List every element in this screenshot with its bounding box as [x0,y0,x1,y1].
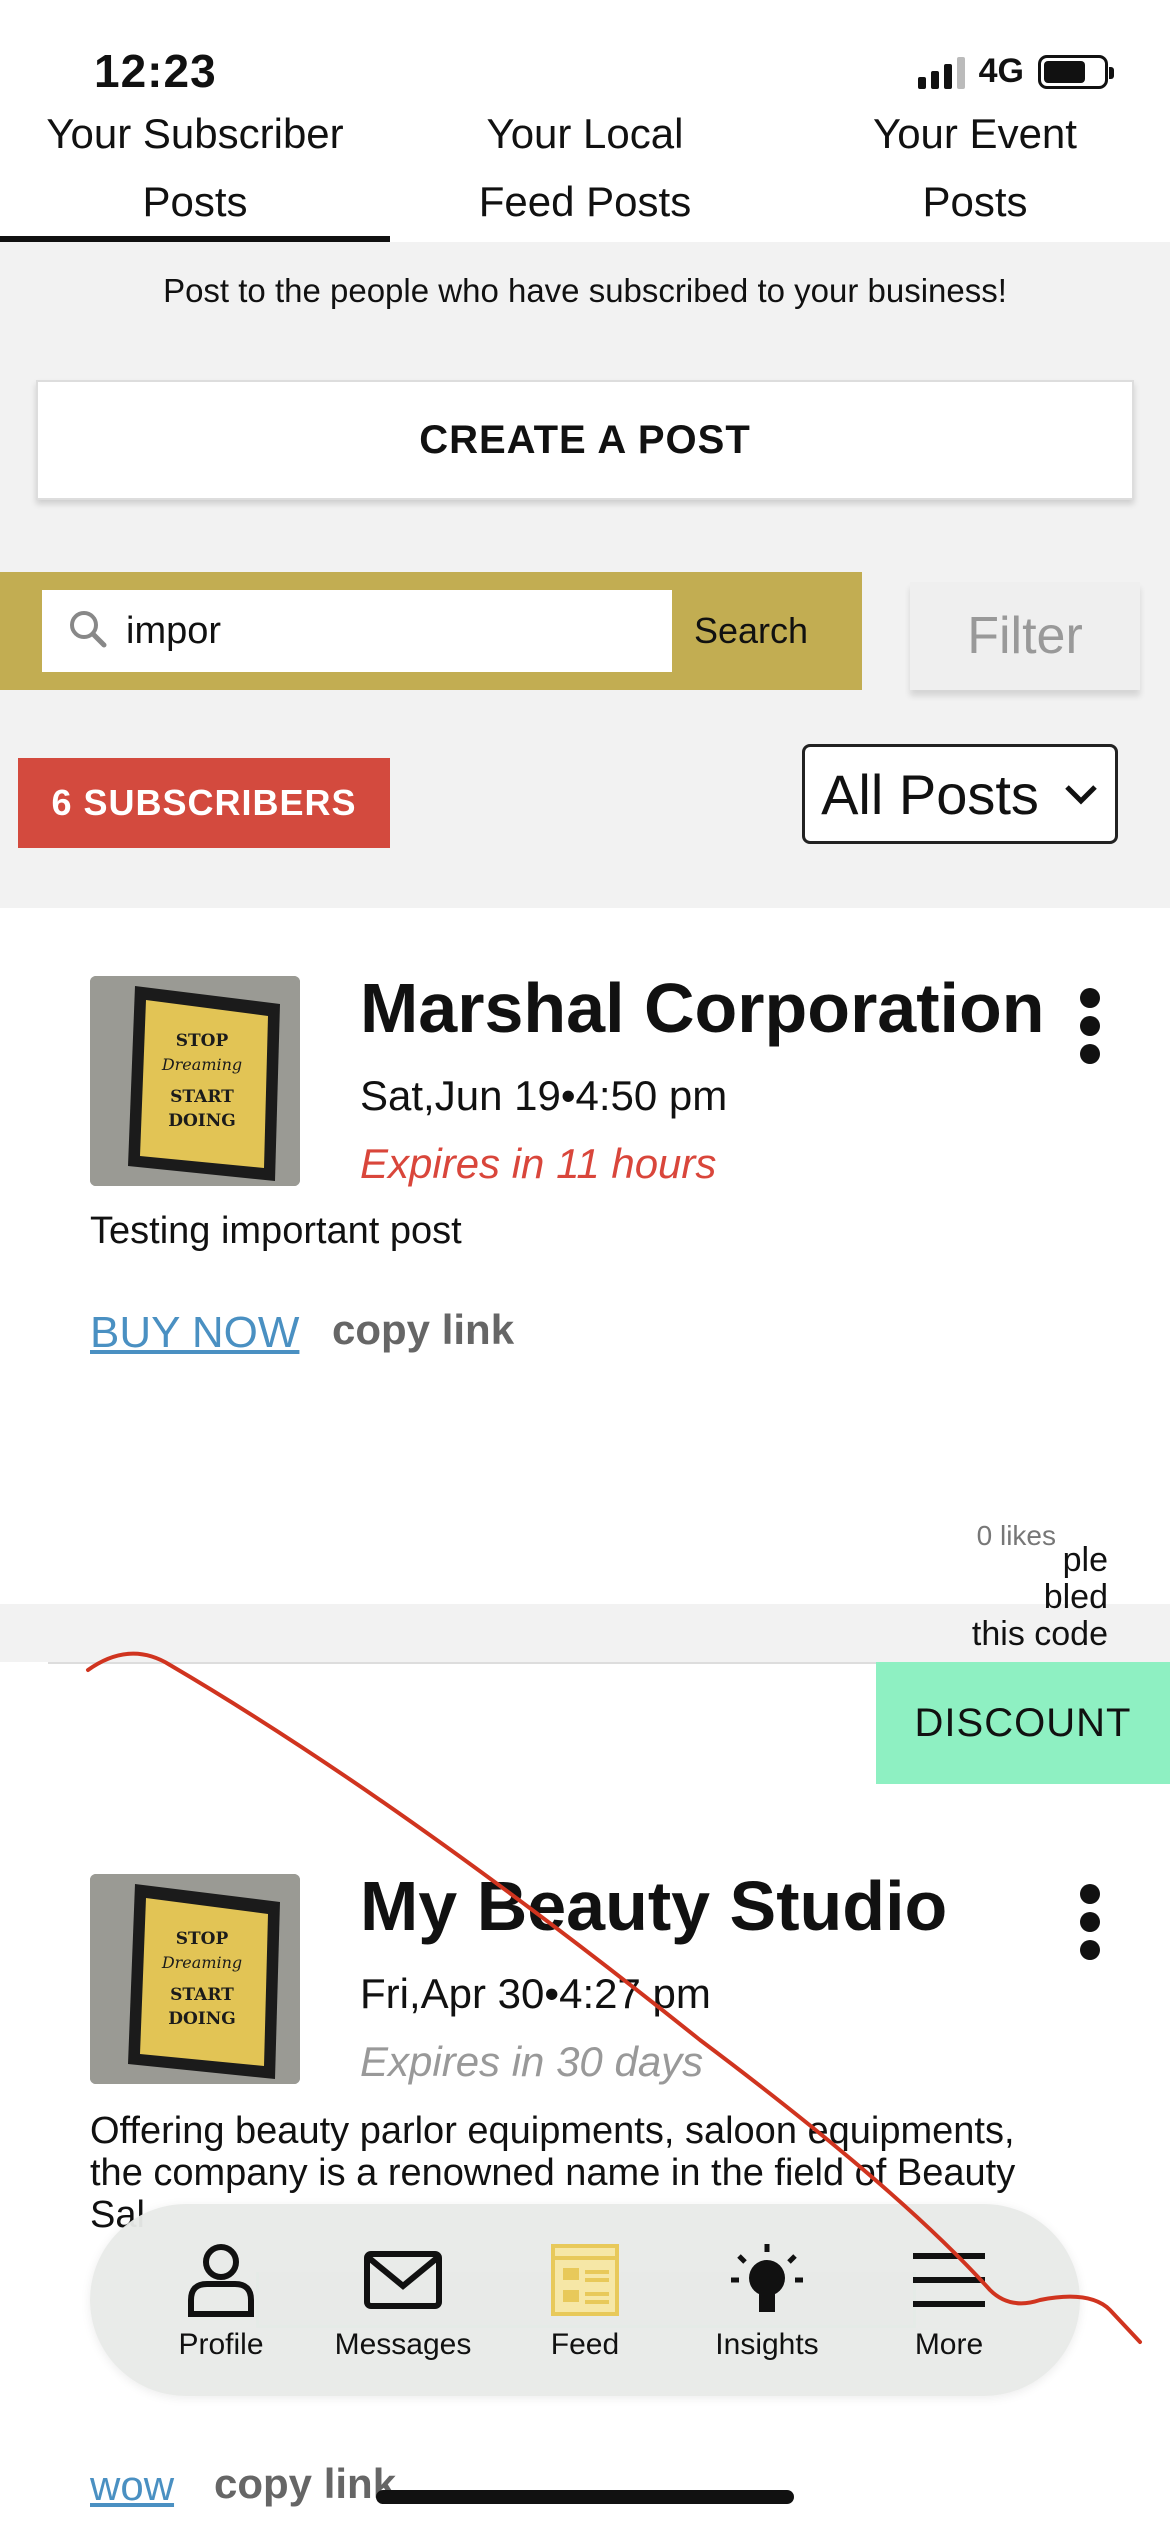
poster-text: Dreaming [161,1055,242,1074]
nav-more[interactable]: More [864,2238,1034,2362]
person-icon [188,2244,254,2317]
nav-label: Messages [334,2328,472,2361]
tab-label-line1: Your Subscriber [46,110,344,157]
search-button[interactable]: Search [694,590,808,672]
nav-feed[interactable]: Feed [500,2238,670,2362]
lightbulb-icon [731,2244,803,2312]
more-options-icon[interactable] [1080,1884,1100,1960]
poster-text: DOING [168,1111,236,1131]
nav-label: Insights [715,2328,819,2361]
tab-label-line2: Feed Posts [478,178,692,225]
post-link-buy-now[interactable]: BUY NOW [90,1308,299,1358]
discount-tag: DISCOUNT [876,1662,1170,1784]
post-description-line: the company is a renowned name in the fi… [90,2152,1016,2194]
poster-image: STOP Dreaming START DOING [90,976,300,1186]
post-date: Fri,Apr 30•4:27 pm [360,1970,711,2017]
post-date: Sat,Jun 19•4:50 pm [360,1072,728,1119]
search-input[interactable]: impor [42,590,672,672]
feed-icon [551,2244,619,2316]
subscribers-badge[interactable]: 6 SUBSCRIBERS [18,758,390,848]
nav-insights[interactable]: Insights [682,2238,852,2362]
nav-label: More [914,2328,984,2361]
post-expiry: Expires in 11 hours [360,1140,717,1187]
search-input-value: impor [126,609,222,652]
tab-label-line2: Posts [142,178,248,225]
tab-label-line2: Posts [922,178,1028,225]
poster-text: DOING [168,2009,236,2029]
coupon-note-line: ple [1062,1541,1108,1579]
coupon-note: ple bled this code [972,1542,1108,1653]
nav-messages[interactable]: Messages [318,2238,488,2362]
copy-link-button[interactable]: copy link [214,2460,396,2508]
battery-icon [1038,54,1114,89]
chevron-down-icon [1065,785,1097,805]
poster-text: START [170,1985,234,2005]
post-company-name: Marshal Corporation [360,969,1045,1047]
search-icon [70,611,107,648]
poster-image: STOP Dreaming START DOING [90,1874,300,2084]
envelope-icon [364,2251,442,2309]
post-company-name: My Beauty Studio [360,1867,948,1945]
posts-dropdown[interactable]: All Posts [802,744,1118,844]
top-header: 12:23 4G Your Subscriber Posts Your Loca… [0,0,1170,242]
post-thumbnail: STOP Dreaming START DOING [90,1874,300,2084]
nav-profile[interactable]: Profile [136,2238,306,2362]
tab-subscriber-posts[interactable]: Your Subscriber Posts [0,100,390,242]
status-time: 12:23 [94,45,217,97]
tab-label-line1: Your Local [486,110,684,157]
signal-icon [917,55,965,89]
create-post-button[interactable]: CREATE A POST [36,380,1134,500]
post-link[interactable]: wow [90,2462,174,2510]
filter-button[interactable]: Filter [910,582,1140,690]
post-expiry: Expires in 30 days [360,2038,704,2085]
poster-text: START [170,1087,234,1107]
post-type-tabs: Your Subscriber Posts Your Local Feed Po… [0,100,1170,242]
menu-icon [913,2253,985,2307]
post-card: DISCOUNT STOP Dreaming START DOING My Be… [0,1662,1170,2532]
nav-label: Profile [178,2328,264,2361]
post-description-line: Offering beauty parlor equipments, saloo… [90,2110,1015,2152]
posts-dropdown-value: All Posts [821,762,1039,826]
copy-link-button[interactable]: copy link [332,1306,514,1354]
bottom-nav: Profile Messages Feed Insights More [90,2204,1080,2396]
nav-label: Feed [550,2328,620,2361]
poster-text: Dreaming [161,1953,242,1972]
post-card: STOP Dreaming START DOING Marshal Corpor… [0,908,1170,1604]
coupon-note-line: this code [971,1615,1108,1653]
status-indicators: 4G [917,52,1114,91]
more-options-icon[interactable] [1080,988,1100,1064]
search-bar: impor Search [0,572,862,690]
coupon-note-line: bled [1043,1578,1108,1616]
intro-text: Post to the people who have subscribed t… [163,272,1007,309]
poster-text: STOP [176,1031,229,1051]
tab-label-line1: Your Event [873,110,1077,157]
network-label: 4G [978,52,1024,90]
home-indicator [376,2490,794,2504]
tab-local-feed-posts[interactable]: Your Local Feed Posts [390,100,780,242]
post-description: Testing important post [90,1210,462,1252]
poster-text: STOP [176,1929,229,1949]
tab-event-posts[interactable]: Your Event Posts [780,100,1170,242]
post-thumbnail: STOP Dreaming START DOING [90,976,300,1186]
